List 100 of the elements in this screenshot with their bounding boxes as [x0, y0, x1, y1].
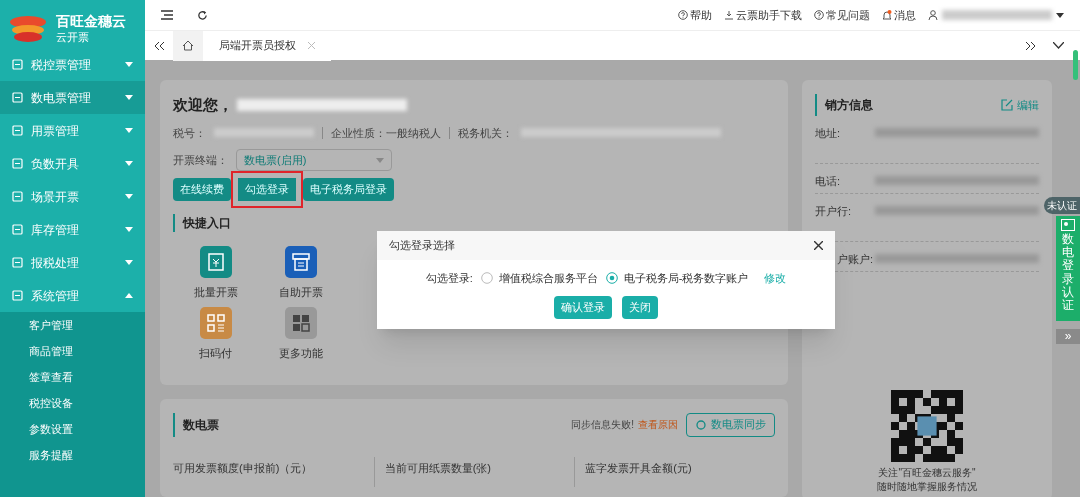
- download-icon: [724, 10, 734, 20]
- menu-icon: [12, 257, 23, 268]
- action-button[interactable]: 电子税务局登录: [303, 178, 394, 201]
- logo-icon: [8, 14, 48, 44]
- field-label: 户账户:: [836, 252, 875, 267]
- caret-icon: [125, 194, 133, 199]
- action-button[interactable]: 在线续费: [173, 178, 231, 201]
- view-reason-link[interactable]: 查看原因: [638, 417, 678, 433]
- authority-label: 税务机关：: [458, 125, 513, 141]
- stat-label: 当前可用纸票数量(张): [384, 461, 491, 474]
- id-card-icon: [1061, 219, 1075, 231]
- sidebar-item[interactable]: 场景开票: [0, 180, 145, 213]
- sidebar-item[interactable]: 库存管理: [0, 213, 145, 246]
- caret-icon: [125, 95, 133, 100]
- sidebar-item[interactable]: 数电票管理: [0, 81, 145, 114]
- menu-icon: [12, 92, 23, 103]
- caret-icon: [125, 260, 133, 265]
- stat-label: 蓝字发票开具金额(元): [585, 461, 692, 474]
- help-icon: [678, 10, 688, 20]
- qr-caption: 关注"百旺金穗云服务" 随时随地掌握服务情况: [876, 466, 978, 494]
- submenu-item[interactable]: 客户管理: [0, 312, 145, 338]
- sidebar-item[interactable]: 负数开具: [0, 147, 145, 180]
- menu-icon: [12, 191, 23, 202]
- qr-code: [891, 390, 963, 462]
- caret-icon: [376, 157, 384, 163]
- scroll-left-icon[interactable]: [153, 40, 165, 51]
- sidebar-item[interactable]: 报税处理: [0, 246, 145, 279]
- toolbar-link[interactable]: 常见问题: [814, 6, 870, 24]
- home-tab[interactable]: [173, 30, 203, 61]
- user-icon: [928, 10, 938, 20]
- caret-icon: [125, 293, 133, 298]
- dialog-button[interactable]: 确认登录: [554, 295, 612, 319]
- toolbar-link[interactable]: 云票助手下载: [724, 6, 802, 24]
- chevron-down-icon[interactable]: [1053, 42, 1064, 49]
- caret-icon: [125, 227, 133, 232]
- scrollbar-thumb[interactable]: [1073, 50, 1078, 80]
- brand-name: 百旺金穗云: [56, 13, 126, 31]
- toolbar-link[interactable]: 帮助: [678, 6, 712, 24]
- menu-icon: [12, 224, 23, 235]
- refresh-icon[interactable]: [197, 9, 208, 21]
- bell-icon: [882, 9, 892, 21]
- menu-icon: [12, 125, 23, 136]
- sync-icon: [695, 418, 707, 431]
- sidebar-item[interactable]: 用票管理: [0, 114, 145, 147]
- welcome-text: 欢迎您，: [173, 95, 233, 115]
- submenu-item[interactable]: 服务提醒: [0, 442, 145, 468]
- shortcut-label[interactable]: 扫码付: [199, 344, 232, 361]
- caret-icon[interactable]: [1056, 12, 1064, 18]
- scroll-right-icon[interactable]: [1025, 40, 1037, 51]
- close-icon[interactable]: [814, 241, 823, 250]
- action-button[interactable]: 勾选登录: [238, 178, 296, 201]
- help-icon: [814, 10, 824, 20]
- home-icon: [182, 40, 194, 51]
- submenu-item[interactable]: 税控设备: [0, 390, 145, 416]
- status-badge: 未认证: [1044, 197, 1080, 214]
- brand-subtitle: 云开票: [56, 30, 90, 45]
- shortcut-label[interactable]: 更多功能: [278, 344, 323, 361]
- dialog-button[interactable]: 关闭: [622, 295, 658, 319]
- invoice-icon[interactable]: [284, 246, 317, 278]
- menu-icon: [12, 158, 23, 169]
- terminal-label: 开票终端：: [173, 152, 228, 168]
- terminal-select[interactable]: 数电票(启用): [236, 149, 392, 171]
- field-label: 勾选登录:: [425, 271, 473, 286]
- sync-status: 同步信息失败!: [571, 418, 634, 433]
- nature-label: 企业性质：: [331, 125, 386, 141]
- field-label: 电话:: [815, 174, 842, 189]
- section-title: 快捷入口: [183, 215, 231, 232]
- radio-button[interactable]: [605, 272, 618, 285]
- toolbar-link[interactable]: 消息: [882, 6, 916, 24]
- sidebar-item[interactable]: 税控票管理: [0, 48, 145, 81]
- section-title: 销方信息: [825, 97, 873, 114]
- login-auth-tab[interactable]: 数电登录认证: [1056, 216, 1080, 321]
- menu-icon: [12, 59, 23, 70]
- menu-icon[interactable]: [161, 10, 173, 20]
- submenu-item[interactable]: 签章查看: [0, 364, 145, 390]
- expand-button[interactable]: »: [1056, 329, 1080, 344]
- shortcut-label[interactable]: 批量开票: [193, 284, 238, 301]
- menu-icon: [12, 290, 23, 301]
- field-label: 开户行:: [815, 204, 853, 219]
- stat-label: 可用发票额度(申报前)（元）: [173, 461, 313, 474]
- submenu-item[interactable]: 参数设置: [0, 416, 145, 442]
- section-title: 数电票: [183, 416, 219, 434]
- invoice-icon[interactable]: [199, 246, 232, 278]
- shortcut-label[interactable]: 自助开票: [278, 284, 323, 301]
- option-label[interactable]: 增值税综合服务平台: [498, 270, 598, 287]
- submenu-item[interactable]: 商品管理: [0, 338, 145, 364]
- dialog-title: 勾选登录选择: [389, 238, 455, 254]
- edit-icon: [1001, 99, 1013, 111]
- nature-value: 一般纳税人: [386, 125, 441, 141]
- sidebar-item[interactable]: 系统管理: [0, 279, 145, 312]
- sync-button[interactable]: 数电票同步: [686, 412, 775, 437]
- caret-icon: [125, 161, 133, 166]
- tax-id-label: 税号：: [173, 125, 206, 141]
- grid-icon[interactable]: [284, 306, 317, 339]
- edit-link[interactable]: 编辑: [1001, 96, 1039, 114]
- caret-icon: [125, 62, 133, 67]
- field-label: 地址:: [815, 126, 842, 141]
- option-label[interactable]: 电子税务局-税务数字账户: [623, 270, 749, 287]
- radio-button[interactable]: [480, 272, 493, 285]
- modify-link[interactable]: 修改: [764, 270, 787, 287]
